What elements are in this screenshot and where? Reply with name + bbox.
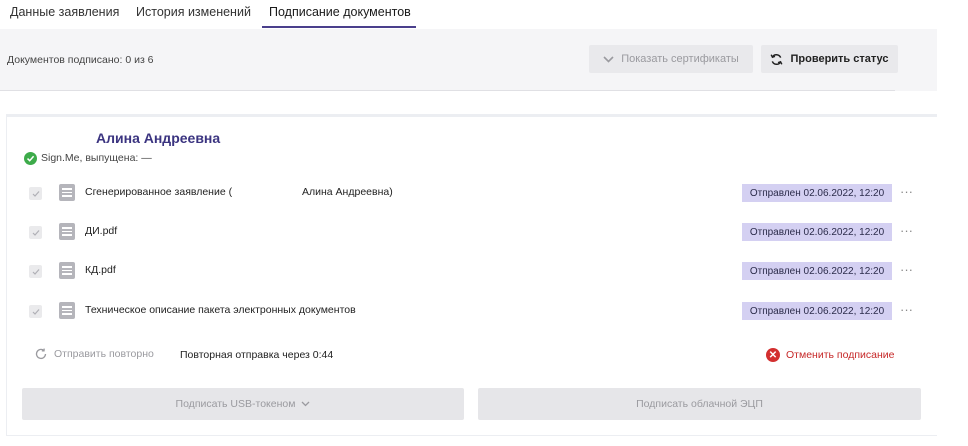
- document-checkbox[interactable]: [29, 226, 42, 239]
- document-checkbox[interactable]: [29, 265, 42, 278]
- document-checkbox[interactable]: [29, 305, 42, 318]
- signer-name: Алина Андреевна: [96, 130, 221, 146]
- refresh-icon: [771, 53, 783, 65]
- more-options-icon[interactable]: ···: [900, 302, 913, 317]
- document-row: Сгенерированное заявление ( Алина Андрее…: [0, 181, 968, 205]
- signing-header-panel: Документов подписано: 0 из 6 Показать се…: [0, 29, 937, 91]
- check-status-label: Проверить статус: [790, 53, 889, 65]
- document-icon: [59, 262, 75, 279]
- document-icon: [59, 223, 75, 240]
- document-icon: [59, 184, 75, 201]
- show-certificates-label: Показать сертификаты: [621, 53, 739, 65]
- sign-usb-token-label: Подписать USB-токеном: [175, 398, 296, 410]
- check-status-button[interactable]: Проверить статус: [761, 45, 898, 73]
- check-circle-icon: [24, 152, 37, 165]
- signed-count-text: Документов подписано: 0 из 6: [7, 54, 154, 66]
- more-options-icon[interactable]: ···: [900, 184, 913, 199]
- close-circle-icon: ✕: [766, 348, 780, 362]
- tab-change-history[interactable]: История изменений: [136, 5, 251, 19]
- document-name: ДИ.pdf: [85, 225, 118, 237]
- chevron-down-icon: [301, 401, 310, 407]
- active-tab-indicator: [262, 26, 416, 28]
- document-name: Техническое описание пакета электронных …: [85, 304, 356, 316]
- document-checkbox[interactable]: [29, 187, 42, 200]
- resend-label: Отправить повторно: [54, 348, 154, 360]
- tab-document-signing[interactable]: Подписание документов: [269, 5, 411, 19]
- show-certificates-button[interactable]: Показать сертификаты: [589, 45, 753, 73]
- resend-timer-text: Повторная отправка через 0:44: [180, 349, 334, 361]
- divider: [0, 90, 895, 91]
- cancel-signing-label: Отменить подписание: [786, 349, 895, 361]
- resend-button[interactable]: Отправить повторно: [35, 348, 154, 360]
- signature-provider-info: Sign.Me, выпущена: —: [41, 152, 152, 164]
- document-name: Сгенерированное заявление (: [85, 186, 233, 198]
- status-badge: Отправлен 02.06.2022, 12:20: [742, 223, 892, 241]
- document-row: Техническое описание пакета электронных …: [0, 299, 968, 323]
- more-options-icon[interactable]: ···: [900, 262, 913, 277]
- sign-usb-token-button[interactable]: Подписать USB-токеном: [22, 388, 464, 420]
- status-badge: Отправлен 02.06.2022, 12:20: [742, 302, 892, 320]
- document-name-extra: Алина Андреевна): [302, 186, 393, 198]
- document-row: ДИ.pdf Отправлен 02.06.2022, 12:20 ···: [0, 220, 968, 244]
- cancel-signing-button[interactable]: ✕ Отменить подписание: [766, 348, 894, 362]
- tab-application-data[interactable]: Данные заявления: [10, 5, 119, 19]
- sign-cloud-signature-label: Подписать облачной ЭЦП: [636, 398, 763, 410]
- document-icon: [59, 302, 75, 319]
- refresh-icon: [35, 348, 47, 360]
- document-row: КД.pdf Отправлен 02.06.2022, 12:20 ···: [0, 259, 968, 283]
- chevron-down-icon: [603, 55, 614, 63]
- status-badge: Отправлен 02.06.2022, 12:20: [742, 184, 892, 202]
- sign-cloud-signature-button[interactable]: Подписать облачной ЭЦП: [478, 388, 921, 420]
- more-options-icon[interactable]: ···: [900, 223, 913, 238]
- status-badge: Отправлен 02.06.2022, 12:20: [742, 262, 892, 280]
- tab-bar: Данные заявления История изменений Подпи…: [0, 0, 937, 28]
- document-name: КД.pdf: [85, 264, 116, 276]
